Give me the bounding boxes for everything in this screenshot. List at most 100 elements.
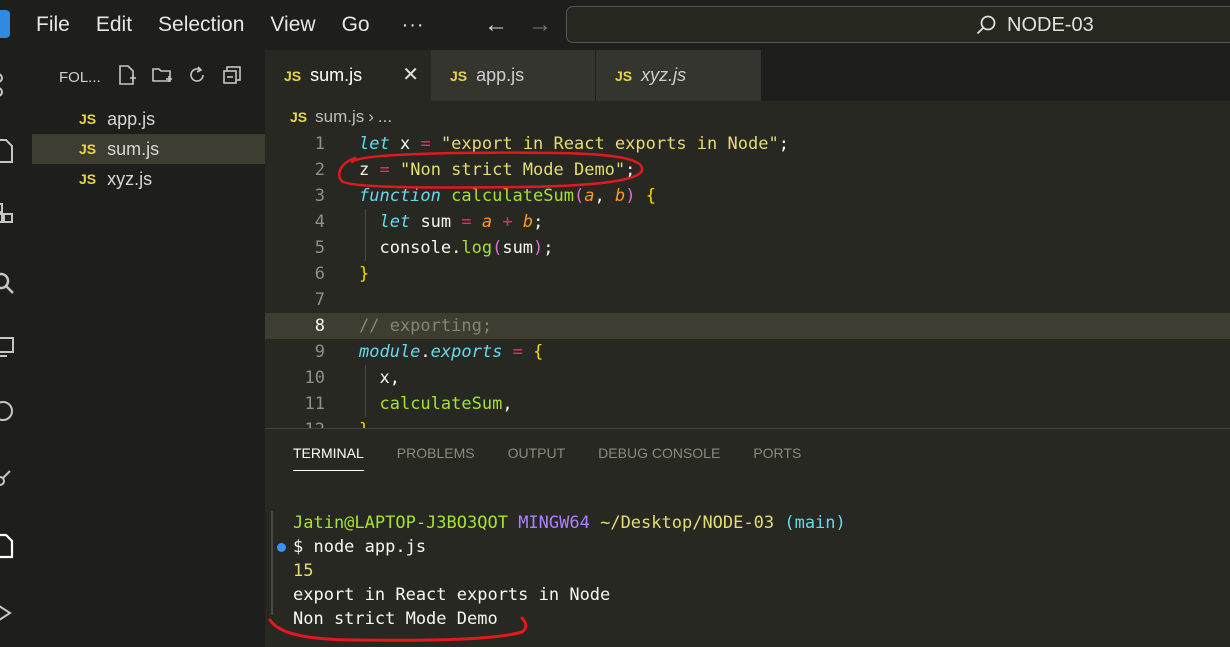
code-line[interactable]: 12}: [265, 417, 1230, 428]
code-text: let sum = a + b;: [359, 209, 543, 235]
tab-sum-js[interactable]: JS sum.js ✕: [265, 50, 431, 101]
code-token: (: [492, 238, 503, 258]
code-line[interactable]: 5 console.log(sum);: [265, 235, 1230, 261]
code-token: b: [614, 186, 626, 206]
tab-ports[interactable]: PORTS: [753, 445, 801, 471]
menu-selection[interactable]: Selection: [158, 13, 244, 37]
menu-go[interactable]: Go: [342, 13, 370, 37]
code-token: +: [502, 212, 513, 232]
tab-terminal[interactable]: TERMINAL: [293, 445, 364, 471]
menu-file[interactable]: File: [36, 13, 70, 37]
code-token: x: [389, 134, 421, 154]
code-line[interactable]: 11 calculateSum,: [265, 391, 1230, 417]
file-item-sum-js[interactable]: JS sum.js: [32, 134, 265, 164]
prompt-branch: (main): [784, 513, 846, 533]
line-number: 9: [314, 342, 325, 362]
code-line[interactable]: 2 z = "Non strict Mode Demo";: [265, 157, 1230, 183]
forward-arrow-icon[interactable]: →: [518, 11, 562, 39]
line-number: 11: [304, 394, 325, 414]
back-arrow-icon[interactable]: ←: [474, 11, 518, 39]
code-text: console.log(sum);: [359, 235, 553, 261]
code-line[interactable]: 7: [265, 287, 1230, 313]
tab-app-js[interactable]: JS app.js: [431, 50, 595, 101]
code-token: ): [533, 238, 544, 258]
line-number: 6: [314, 264, 325, 284]
breadcrumb-file[interactable]: sum.js: [315, 107, 364, 127]
code-token: {: [645, 186, 656, 206]
file-item-app-js[interactable]: JS app.js: [32, 104, 265, 134]
new-file-icon[interactable]: [116, 64, 138, 86]
prompt-host: MINGW64: [518, 513, 590, 533]
code-token: b: [522, 212, 534, 232]
panel-tab-bar: TERMINAL PROBLEMS OUTPUT DEBUG CONSOLE P…: [293, 445, 834, 471]
code-editor[interactable]: 1 let x = "export in React exports in Nod…: [265, 130, 1230, 428]
code-line[interactable]: 1 let x = "export in React exports in Nod…: [265, 131, 1230, 157]
git-graph-icon[interactable]: [0, 465, 16, 491]
tab-debug-console[interactable]: DEBUG CONSOLE: [598, 445, 720, 471]
code-line[interactable]: 9 module.exports = {: [265, 339, 1230, 365]
terminal-output-line: Non strict Mode Demo: [293, 609, 498, 629]
timeline-icon[interactable]: [0, 398, 16, 424]
code-token: z: [359, 160, 380, 180]
file-item-xyz-js[interactable]: JS xyz.js: [32, 164, 265, 194]
run-debug-icon[interactable]: [0, 600, 16, 626]
breadcrumb-symbols[interactable]: ...: [378, 107, 392, 127]
code-line[interactable]: 3 function calculateSum(a, b) {: [265, 183, 1230, 209]
breadcrumb: JS sum.js › ...: [290, 106, 392, 128]
menu-more-icon[interactable]: ···: [402, 14, 425, 37]
tab-label: sum.js: [310, 65, 363, 85]
line-number: 12: [265, 417, 325, 428]
code-text: let x = "export in React exports in Node…: [359, 131, 789, 157]
code-token: {: [533, 342, 544, 362]
code-line[interactable]: 6}: [265, 261, 1230, 287]
vscode-logo-icon: [0, 10, 10, 38]
extensions-icon[interactable]: [0, 200, 16, 226]
search-icon: [976, 15, 996, 35]
collapse-all-icon[interactable]: [221, 64, 243, 86]
source-control-icon[interactable]: [0, 72, 16, 98]
menu-edit[interactable]: Edit: [96, 13, 132, 37]
code-text: function calculateSum(a, b) {: [359, 183, 656, 209]
refresh-icon[interactable]: [186, 64, 208, 86]
terminal-command: $ node app.js: [293, 537, 427, 557]
explorer-file-icon[interactable]: [0, 533, 16, 559]
tab-xyz-js[interactable]: JS xyz.js: [596, 50, 761, 101]
terminal-gutter: [271, 511, 273, 615]
code-token: sum: [502, 238, 534, 258]
tab-output[interactable]: OUTPUT: [508, 445, 566, 471]
navigation-arrows: ← →: [474, 0, 562, 50]
new-folder-icon[interactable]: [151, 64, 173, 86]
code-line[interactable]: 10 x,: [265, 365, 1230, 391]
line-number: 3: [314, 186, 325, 206]
search-sidebar-icon[interactable]: [0, 270, 16, 296]
command-center-search[interactable]: NODE-03: [566, 6, 1230, 43]
tab-label: xyz.js: [641, 65, 687, 85]
menu-view[interactable]: View: [270, 13, 315, 37]
code-token: let: [359, 134, 390, 154]
code-line[interactable]: 8 // exporting;: [265, 313, 1230, 339]
code-line[interactable]: 4 let sum = a + b;: [265, 209, 1230, 235]
js-file-icon: JS: [615, 67, 633, 84]
close-icon[interactable]: ✕: [402, 62, 419, 87]
tab-problems[interactable]: PROBLEMS: [397, 445, 475, 471]
remote-explorer-icon[interactable]: [0, 335, 16, 361]
command-status-dot-icon: [277, 543, 286, 552]
code-token: =: [512, 342, 523, 362]
code-token: module: [359, 342, 421, 362]
code-token: sum: [410, 212, 462, 232]
code-token: // exporting;: [359, 316, 493, 336]
files-icon[interactable]: [0, 138, 16, 164]
breadcrumb-separator-icon: ›: [368, 107, 374, 126]
indent-guide: [365, 209, 366, 261]
title-bar: File Edit Selection View Go ··· ← → NODE…: [0, 0, 1230, 50]
line-number: 4: [314, 212, 325, 232]
code-token: }: [359, 264, 370, 284]
js-file-icon: JS: [284, 67, 302, 84]
code-token: calculateSum: [451, 186, 574, 206]
code-text: z = "Non strict Mode Demo";: [359, 157, 635, 183]
folder-label[interactable]: FOL...: [59, 69, 101, 86]
file-name: sum.js: [107, 138, 160, 159]
